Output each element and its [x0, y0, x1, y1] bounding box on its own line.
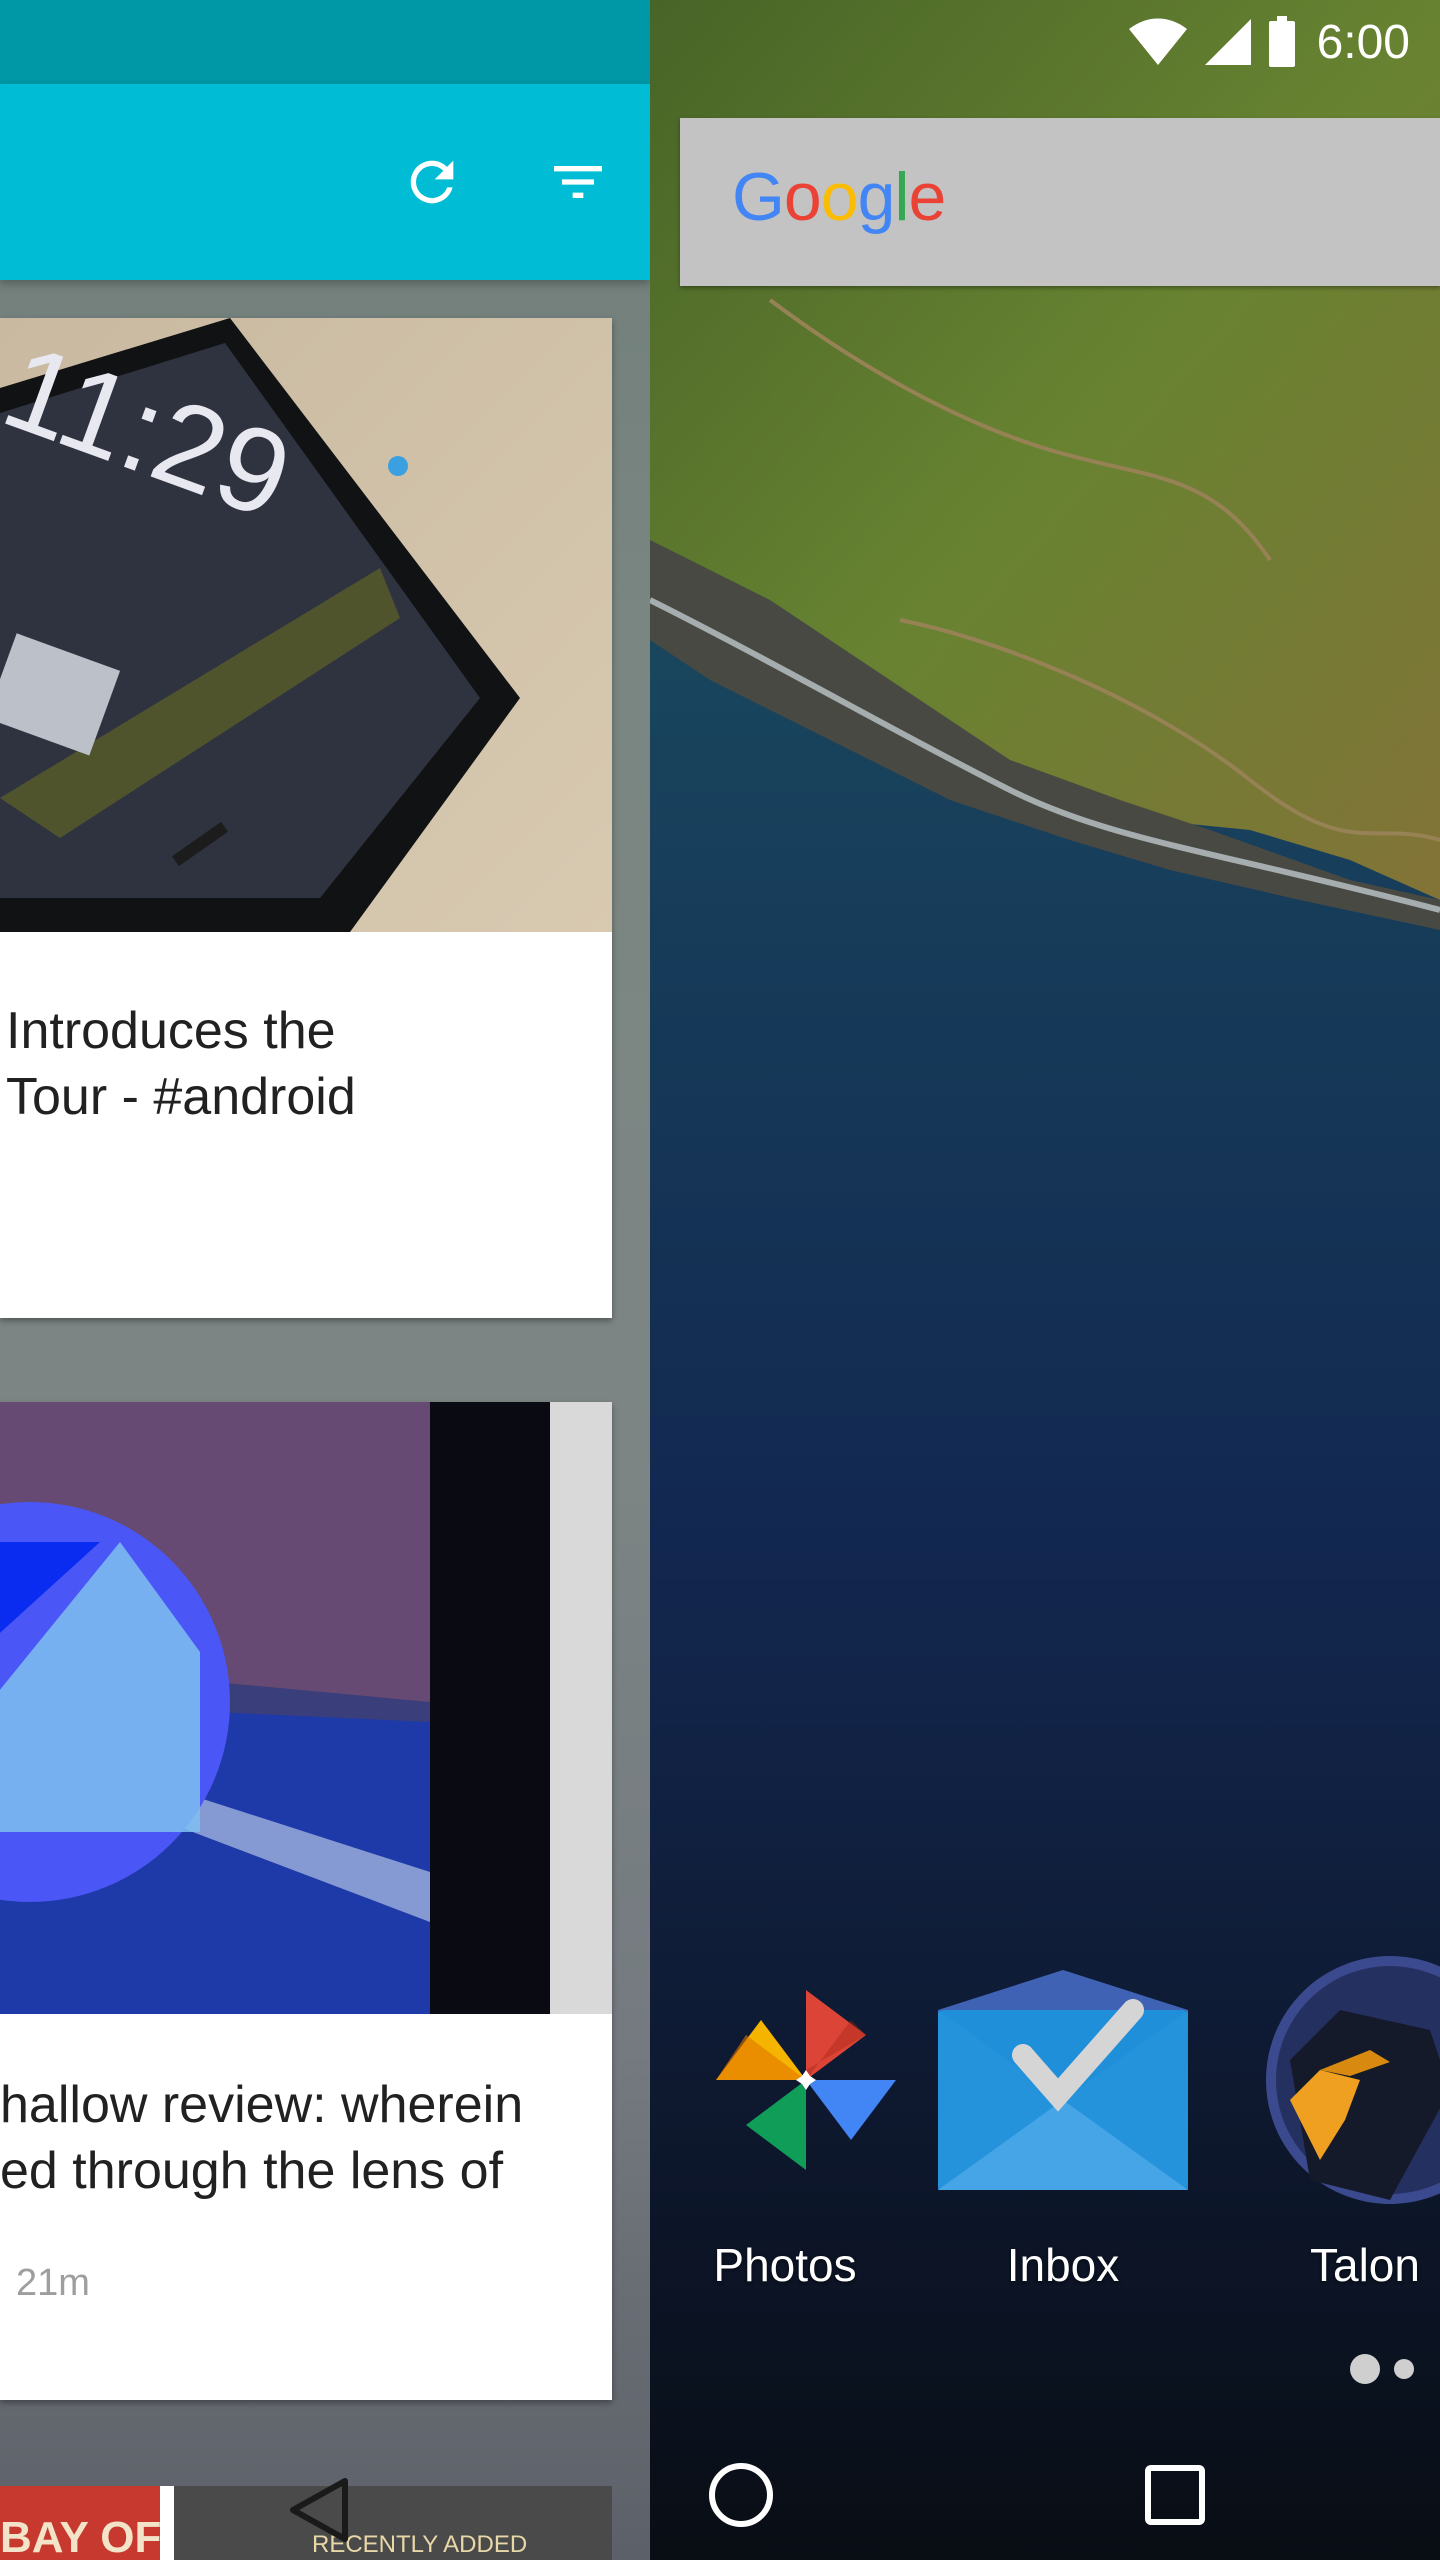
- logo-letter: G: [732, 159, 785, 235]
- launcher-pane: 6:00 Google Photos Inbox Talon: [650, 0, 1440, 2560]
- card-title-line: Introduces the: [6, 1002, 336, 1060]
- app-dock: Photos Inbox Talon: [650, 1950, 1440, 2310]
- back-button[interactable]: [270, 2460, 370, 2560]
- page-dot-active: [1350, 2354, 1380, 2384]
- news-app-pane: 11:29 Introduces the Tour - #android hal…: [0, 0, 650, 2560]
- filter-button[interactable]: [528, 132, 628, 232]
- card-image-marshmallow: [0, 1402, 612, 2014]
- battery-icon: [1268, 16, 1295, 67]
- google-search-bar[interactable]: Google: [680, 118, 1440, 286]
- app-toolbar: [0, 84, 650, 280]
- back-icon: [290, 2478, 348, 2542]
- app-label: Inbox: [1006, 2239, 1120, 2291]
- google-logo: Google: [732, 158, 947, 236]
- app-talon[interactable]: Talon: [1250, 1950, 1440, 2291]
- news-card[interactable]: hallow review: wherein ed through the le…: [0, 1402, 612, 2400]
- app-inbox[interactable]: Inbox: [928, 1950, 1198, 2291]
- app-label: Photos: [713, 2239, 857, 2291]
- card-image-phone: 11:29: [0, 318, 612, 932]
- app-status-bar: [0, 0, 650, 84]
- status-bar: 6:00: [1127, 14, 1410, 70]
- wifi-icon: [1128, 18, 1187, 65]
- home-button[interactable]: [686, 2440, 796, 2550]
- recents-icon: [1145, 2465, 1205, 2525]
- recents-button[interactable]: [1120, 2440, 1230, 2550]
- card-title: Introduces the Tour - #android: [6, 998, 606, 1130]
- app-label: Talon: [1310, 2239, 1420, 2291]
- logo-letter: g: [857, 159, 896, 235]
- card-title-line: ed through the lens of: [0, 2142, 504, 2200]
- photos-icon: [716, 1990, 896, 2170]
- logo-letter: o: [820, 159, 859, 235]
- talon-icon: [1266, 1956, 1440, 2204]
- page-dot: [1394, 2359, 1414, 2379]
- home-icon: [709, 2463, 773, 2527]
- card-title-line: Tour - #android: [6, 1068, 356, 1126]
- logo-letter: l: [894, 159, 909, 235]
- page-indicator: [1350, 2354, 1414, 2384]
- logo-letter: o: [783, 159, 822, 235]
- nav-bar-right: [650, 2400, 1440, 2560]
- signal-icon: [1204, 19, 1251, 65]
- card-title-line: hallow review: wherein: [0, 2076, 524, 2134]
- card-title: hallow review: wherein ed through the le…: [0, 2072, 600, 2204]
- filter-icon: [554, 166, 602, 198]
- card-timestamp: 21m: [16, 2262, 90, 2304]
- refresh-icon: [410, 160, 454, 204]
- nav-bar-left: [0, 2400, 650, 2560]
- logo-letter: e: [908, 159, 947, 235]
- app-photos[interactable]: Photos: [650, 1950, 920, 2291]
- refresh-button[interactable]: [382, 132, 482, 232]
- inbox-icon: [938, 1970, 1188, 2190]
- news-card[interactable]: 11:29 Introduces the Tour - #android: [0, 318, 612, 1318]
- status-clock: 6:00: [1316, 15, 1410, 69]
